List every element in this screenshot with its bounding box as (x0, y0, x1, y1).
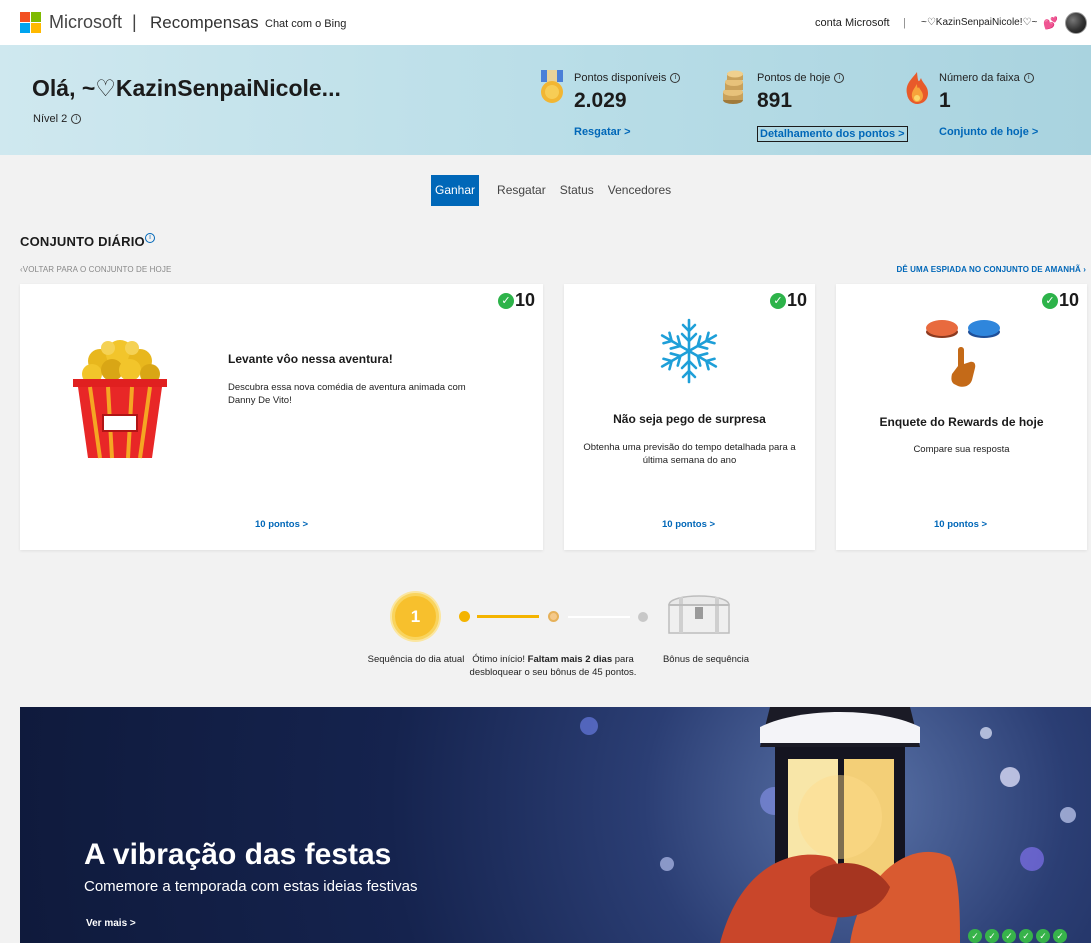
stat-label: Pontos disponíveis i (574, 72, 681, 84)
streak-dot-2 (548, 611, 559, 622)
level-label: Nível 2i (33, 113, 82, 125)
check-icon: ✓ (985, 929, 999, 943)
greeting: Olá, ~♡KazinSenpaiNicole... (32, 75, 341, 101)
points-value: 10 (514, 290, 535, 310)
streak-count-circle: 1 (392, 593, 439, 640)
card-description: Obtenha uma previsão do tempo detalhada … (583, 442, 796, 466)
lantern-image (720, 707, 960, 943)
check-icon: ✓ (1053, 929, 1067, 943)
stat-value: 891 (757, 89, 793, 112)
section-title: CONJUNTO DIÁRIO (20, 234, 145, 249)
hearts-icon: 💕 (1043, 16, 1058, 30)
poll-buttons-icon (926, 320, 1000, 387)
check-icon: ✓ (1041, 292, 1058, 309)
tab-earn[interactable]: Ganhar (431, 175, 480, 206)
back-to-today-link[interactable]: ‹VOLTAR PARA O CONJUNTO DE HOJE (20, 265, 171, 274)
streak-line-filled (477, 615, 539, 618)
streak-dot-1 (459, 611, 470, 622)
stat-value: 2.029 (574, 89, 627, 112)
user-name[interactable]: ~♡KazinSenpaiNicole!♡~ (921, 17, 1037, 28)
check-icon: ✓ (1019, 929, 1033, 943)
card-description: Compare sua resposta (913, 444, 1010, 455)
info-icon[interactable]: i (1023, 73, 1034, 84)
daily-card-movie[interactable]: ✓ 10 Levante vôo nessa aventura! Descubr… (20, 284, 543, 550)
tab-redeem[interactable]: Resgatar (493, 175, 550, 206)
points-value: 10 (1058, 290, 1079, 310)
info-icon[interactable]: i (145, 233, 155, 243)
today-set-link[interactable]: Conjunto de hoje > (939, 126, 1038, 138)
streak-message: Ótimo início! Faltam mais 2 dias para de… (469, 654, 637, 678)
banner-title: A vibração das festas (84, 838, 392, 871)
bokeh-light (980, 727, 992, 739)
check-icon: ✓ (1036, 929, 1050, 943)
card-description: Descubra essa nova comédia de aventura a… (228, 382, 466, 406)
daily-card-poll[interactable]: ✓ 10 Enquete do Rewards de hoje Compare … (836, 284, 1087, 550)
info-icon[interactable]: i (670, 73, 681, 84)
card-title: Enquete do Rewards de hoje (879, 415, 1044, 429)
product-name[interactable]: Recompensas (150, 13, 259, 33)
peek-tomorrow-link[interactable]: DÊ UMA ESPIADA NO CONJUNTO DE AMANHÃ › (897, 265, 1086, 274)
flame-icon (906, 72, 928, 104)
bokeh-light (1000, 767, 1020, 787)
treasure-chest-icon (668, 595, 730, 634)
points-badge: ✓ 10 (497, 290, 535, 311)
redeem-link[interactable]: Resgatar > (574, 126, 631, 138)
card-points-link[interactable]: 10 pontos > (662, 519, 715, 530)
stat-value: 1 (939, 89, 951, 112)
streak-current-label: Sequência do dia atual (367, 654, 465, 665)
account-link[interactable]: conta Microsoft (815, 17, 890, 29)
brand-separator: | (132, 12, 137, 32)
bokeh-light (660, 857, 674, 871)
points-value: 10 (786, 290, 807, 310)
card-points-link[interactable]: 10 pontos > (255, 519, 308, 530)
top-nav: Microsoft | Recompensas Chat com o Bing … (0, 0, 1091, 45)
tab-winners[interactable]: Vencedores (604, 175, 675, 206)
streak-line-empty (568, 616, 630, 618)
stat-label: Pontos de hoje i (757, 72, 845, 84)
points-breakdown-link[interactable]: Detalhamento dos pontos > (757, 126, 908, 142)
brand-name[interactable]: Microsoft (49, 12, 122, 33)
card-points-link[interactable]: 10 pontos > (934, 519, 987, 530)
points-badge: ✓ 10 (1041, 290, 1079, 311)
banner-subtitle: Comemore a temporada com estas ideias fe… (84, 878, 418, 895)
medal-icon (541, 70, 563, 103)
tab-bar: Ganhar Resgatar Status Vencedores (431, 175, 681, 206)
bokeh-light (580, 717, 598, 735)
hero-banner: Olá, ~♡KazinSenpaiNicole... Nível 2i Pon… (0, 45, 1091, 155)
tab-status[interactable]: Status (556, 175, 598, 206)
info-icon[interactable]: i (834, 73, 845, 84)
check-icon: ✓ (968, 929, 982, 943)
card-title: Não seja pego de surpresa (613, 412, 766, 426)
check-icon: ✓ (769, 292, 786, 309)
snowflake-icon (657, 318, 721, 384)
check-icon: ✓ (497, 292, 514, 309)
points-badge: ✓ 10 (769, 290, 807, 311)
see-more-link[interactable]: Ver mais > (86, 918, 136, 929)
level-text: Nível 2 (33, 113, 68, 125)
info-icon[interactable]: i (71, 114, 82, 125)
progress-checks: ✓ ✓ ✓ ✓ ✓ ✓ (968, 929, 1070, 943)
coins-icon (723, 70, 743, 104)
account-separator: | (903, 17, 906, 29)
bokeh-light (1060, 807, 1076, 823)
streak-dot-3 (638, 612, 648, 622)
stat-label: Número da faixa i (939, 72, 1034, 84)
popcorn-icon (73, 340, 167, 459)
bokeh-light (1020, 847, 1044, 871)
card-title: Levante vôo nessa aventura! (228, 352, 393, 366)
microsoft-logo-icon[interactable] (20, 12, 41, 33)
check-icon: ✓ (1002, 929, 1016, 943)
daily-card-weather[interactable]: ✓ 10 Não seja pego de surpresa Obtenha u… (564, 284, 815, 550)
streak-bonus-label: Bônus de sequência (662, 654, 750, 665)
promo-banner[interactable]: A vibração das festas Comemore a tempora… (20, 707, 1091, 943)
avatar[interactable] (1065, 12, 1087, 34)
chat-bing-link[interactable]: Chat com o Bing (265, 18, 346, 30)
